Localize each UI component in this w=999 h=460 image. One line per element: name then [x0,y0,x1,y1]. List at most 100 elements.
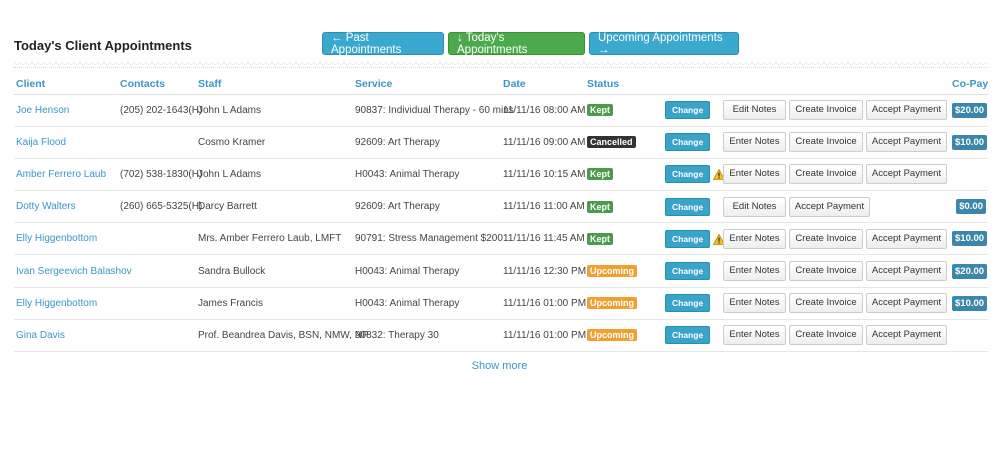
client-cell: Gina Davis [14,319,118,353]
client-link[interactable]: Amber Ferrero Laub [16,169,106,180]
table-row: Joe Henson (205) 202-1643(H) John L Adams 9… [14,94,988,127]
client-link[interactable]: Dotty Walters [16,201,76,212]
table-row: Elly Higgenbottom Mrs. Amber Ferrero Laub… [14,222,988,256]
service-cell: H0043: Animal Therapy [353,287,501,320]
copay-cell: $10.00 [950,222,988,256]
enter-notes-button[interactable]: Enter Notes [723,293,786,314]
accept-payment-button[interactable]: Accept Payment [789,196,870,217]
change-cell: Change [663,94,721,127]
actions-cell: Enter Notes Create Invoice Accept Payment [721,254,950,288]
staff-cell: Cosmo Kramer [196,126,353,159]
status-cell: Cancelled [585,126,663,159]
table-header-row: Client Contacts Staff Service Date Statu… [14,76,988,95]
contacts-cell: (260) 665-5325(H) [118,190,202,224]
column-header-status[interactable]: Status [585,76,663,95]
actions-cell: Enter Notes Create Invoice Accept Payment [721,158,950,192]
accept-payment-button[interactable]: Accept Payment [866,293,947,314]
client-link[interactable]: Elly Higgenbottom [16,298,97,309]
column-header-copay[interactable]: Co-Pay [950,76,988,95]
staff-cell: James Francis [196,287,353,320]
status-badge: Kept [587,232,613,245]
edit-notes-button[interactable]: Edit Notes [723,100,786,121]
change-status-button[interactable]: Change [665,294,711,313]
accept-payment-button[interactable]: Accept Payment [866,100,947,121]
enter-notes-button[interactable]: Enter Notes [723,261,786,282]
column-header-staff[interactable]: Staff [196,76,353,95]
accept-payment-button[interactable]: Accept Payment [866,261,947,282]
change-status-button[interactable]: Change [665,165,711,184]
column-header-date[interactable]: Date [501,76,585,95]
accept-payment-button[interactable]: Accept Payment [866,325,947,346]
client-cell: Dotty Walters [14,190,118,224]
change-cell: Change [663,319,721,353]
change-status-button[interactable]: Change [665,262,711,281]
client-cell: Joe Henson [14,94,118,127]
copay-badge: $10.00 [952,231,988,247]
table-row: Ivan Sergeevich Balashov Sandra Bullock H0… [14,254,988,288]
contacts-cell [118,126,196,159]
create-invoice-button[interactable]: Create Invoice [789,228,863,249]
client-link[interactable]: Kaija Flood [16,137,66,148]
staff-cell: Mrs. Amber Ferrero Laub, LMFT [196,222,353,256]
create-invoice-button[interactable]: Create Invoice [789,325,863,346]
create-invoice-button[interactable]: Create Invoice [789,293,863,314]
staff-cell: Prof. Beandrea Davis, BSN, NMW, NP [196,319,369,353]
create-invoice-button[interactable]: Create Invoice [789,261,863,282]
change-status-button[interactable]: Change [665,197,711,216]
change-status-button[interactable]: Change [665,229,711,248]
actions-cell: Edit Notes Create Invoice Accept Payment [721,94,950,127]
enter-notes-button[interactable]: Enter Notes [723,228,786,249]
service-cell: 92609: Art Therapy [353,126,501,159]
client-cell: Elly Higgenbottom [14,287,118,320]
change-status-button[interactable]: Change [665,326,711,345]
status-badge: Upcoming [587,265,637,278]
copay-cell: $0.00 [950,190,988,224]
column-header-client[interactable]: Client [14,76,118,95]
client-link[interactable]: Gina Davis [16,330,65,341]
enter-notes-button[interactable]: Enter Notes [723,132,786,153]
create-invoice-button[interactable]: Create Invoice [789,164,863,185]
table-row: Gina Davis Prof. Beandrea Davis, BSN, NMW… [14,319,988,353]
status-cell: Kept [585,190,663,224]
enter-notes-button[interactable]: Enter Notes [723,325,786,346]
status-cell: Upcoming [585,254,663,288]
client-cell: Ivan Sergeevich Balashov [14,254,132,288]
column-header-service[interactable]: Service [353,76,501,95]
upcoming-appointments-button[interactable]: Upcoming Appointments → [589,32,739,56]
actions-cell: Enter Notes Create Invoice Accept Payment [721,319,950,353]
accept-payment-button[interactable]: Accept Payment [866,228,947,249]
client-link[interactable]: Joe Henson [16,105,69,116]
change-cell: Change [663,126,721,159]
date-cell: 11/11/16 11:00 AM [501,190,585,224]
past-appointments-button[interactable]: ← Past Appointments [322,32,444,56]
client-link[interactable]: Ivan Sergeevich Balashov [16,266,132,277]
column-header-actions [721,76,950,95]
accept-payment-button[interactable]: Accept Payment [866,132,947,153]
change-status-button[interactable]: Change [665,101,711,120]
status-badge: Kept [587,104,613,117]
change-cell: Change [663,190,721,224]
edit-notes-button[interactable]: Edit Notes [723,196,786,217]
show-more-link[interactable]: Show more [0,360,999,372]
column-header-change [663,76,721,95]
copay-badge: $10.00 [952,295,988,311]
change-cell: Change [663,254,721,288]
enter-notes-button[interactable]: Enter Notes [723,164,786,185]
client-cell: Elly Higgenbottom [14,222,118,256]
table-row: Amber Ferrero Laub (702) 538-1830(H) John … [14,158,988,192]
copay-cell: $10.00 [950,126,988,159]
service-cell: 92609: Art Therapy [353,190,501,224]
column-header-contacts[interactable]: Contacts [118,76,196,95]
create-invoice-button[interactable]: Create Invoice [789,100,863,121]
status-cell: Kept [585,222,663,256]
create-invoice-button[interactable]: Create Invoice [789,132,863,153]
todays-appointments-button[interactable]: ↓ Today's Appointments [448,32,585,56]
client-link[interactable]: Elly Higgenbottom [16,233,97,244]
contacts-cell [118,319,196,353]
copay-cell: $20.00 [950,94,988,127]
actions-cell: Enter Notes Create Invoice Accept Payment [721,126,950,159]
accept-payment-button[interactable]: Accept Payment [866,164,947,185]
copay-badge: $20.00 [952,102,988,118]
change-status-button[interactable]: Change [665,133,711,152]
contacts-cell: (702) 538-1830(H) [118,158,202,192]
